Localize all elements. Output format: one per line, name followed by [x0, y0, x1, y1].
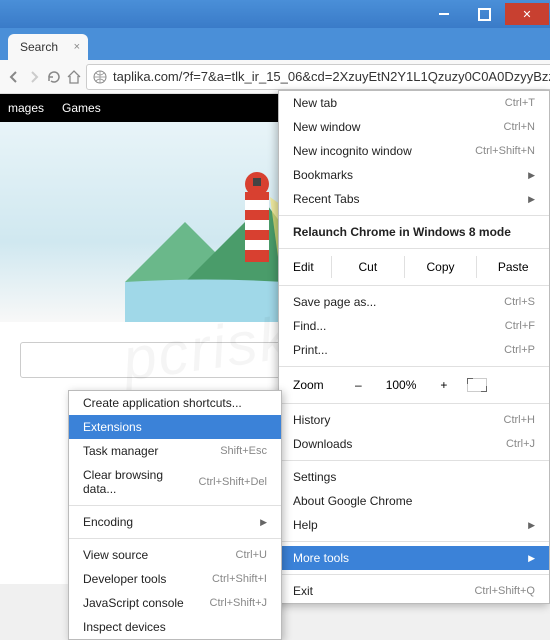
menu-settings[interactable]: Settings — [279, 465, 549, 489]
zoom-value: 100% — [374, 374, 429, 396]
fullscreen-icon[interactable] — [467, 378, 487, 392]
tab-title: Search — [20, 40, 58, 54]
menu-new-window[interactable]: New windowCtrl+N — [279, 115, 549, 139]
menu-separator — [279, 366, 549, 367]
maximize-button[interactable] — [465, 3, 503, 25]
menu-separator — [279, 215, 549, 216]
menu-recent-tabs[interactable]: Recent Tabs▶ — [279, 187, 549, 211]
window-title-bar — [0, 0, 550, 28]
back-button[interactable] — [6, 65, 22, 89]
url-text: taplika.com/?f=7&a=tlk_ir_15_06&cd=2Xzuy… — [113, 69, 550, 84]
submenu-extensions[interactable]: Extensions — [69, 415, 281, 439]
chevron-right-icon: ▶ — [260, 517, 267, 528]
chevron-right-icon: ▶ — [528, 520, 535, 531]
submenu-encoding[interactable]: Encoding▶ — [69, 510, 281, 534]
close-window-button[interactable] — [505, 3, 549, 25]
menu-more-tools[interactable]: More tools▶ — [279, 546, 549, 570]
minimize-button[interactable] — [425, 3, 463, 25]
menu-separator — [279, 248, 549, 249]
address-bar[interactable]: taplika.com/?f=7&a=tlk_ir_15_06&cd=2Xzuy… — [86, 64, 550, 90]
close-tab-icon[interactable]: × — [74, 41, 80, 53]
browser-tab[interactable]: Search × — [8, 34, 88, 60]
submenu-create-shortcuts[interactable]: Create application shortcuts... — [69, 391, 281, 415]
submenu-js-console[interactable]: JavaScript consoleCtrl+Shift+J — [69, 591, 281, 615]
more-tools-submenu: Create application shortcuts... Extensio… — [68, 390, 282, 640]
forward-button[interactable] — [26, 65, 42, 89]
menu-downloads[interactable]: DownloadsCtrl+J — [279, 432, 549, 456]
menu-separator — [279, 574, 549, 575]
menu-about[interactable]: About Google Chrome — [279, 489, 549, 513]
chevron-right-icon: ▶ — [528, 194, 535, 205]
chrome-main-menu: New tabCtrl+T New windowCtrl+N New incog… — [278, 90, 550, 604]
zoom-out-button[interactable]: – — [343, 374, 374, 396]
menu-exit[interactable]: ExitCtrl+Shift+Q — [279, 579, 549, 603]
menu-zoom-row: Zoom – 100% + — [279, 371, 549, 399]
chevron-right-icon: ▶ — [528, 170, 535, 181]
paste-button[interactable]: Paste — [476, 256, 549, 278]
menu-save-page[interactable]: Save page as...Ctrl+S — [279, 290, 549, 314]
tab-strip: Search × — [0, 28, 550, 60]
submenu-developer-tools[interactable]: Developer toolsCtrl+Shift+I — [69, 567, 281, 591]
zoom-label: Zoom — [293, 378, 343, 392]
zoom-in-button[interactable]: + — [428, 374, 459, 396]
chevron-right-icon: ▶ — [528, 553, 535, 564]
home-button[interactable] — [66, 65, 82, 89]
menu-find[interactable]: Find...Ctrl+F — [279, 314, 549, 338]
browser-toolbar: taplika.com/?f=7&a=tlk_ir_15_06&cd=2Xzuy… — [0, 60, 550, 94]
menu-edit-row: Edit Cut Copy Paste — [279, 253, 549, 281]
reload-button[interactable] — [46, 65, 62, 89]
menu-separator — [279, 285, 549, 286]
edit-label: Edit — [293, 260, 331, 274]
menu-help[interactable]: Help▶ — [279, 513, 549, 537]
menu-history[interactable]: HistoryCtrl+H — [279, 408, 549, 432]
menu-incognito[interactable]: New incognito windowCtrl+Shift+N — [279, 139, 549, 163]
nav-link-games[interactable]: Games — [62, 101, 101, 115]
menu-print[interactable]: Print...Ctrl+P — [279, 338, 549, 362]
submenu-inspect-devices[interactable]: Inspect devices — [69, 615, 281, 639]
submenu-view-source[interactable]: View sourceCtrl+U — [69, 543, 281, 567]
cut-button[interactable]: Cut — [331, 256, 404, 278]
submenu-clear-data[interactable]: Clear browsing data...Ctrl+Shift+Del — [69, 463, 281, 501]
menu-relaunch-win8[interactable]: Relaunch Chrome in Windows 8 mode — [279, 220, 549, 244]
menu-bookmarks[interactable]: Bookmarks▶ — [279, 163, 549, 187]
globe-icon — [93, 70, 107, 84]
nav-link-images[interactable]: mages — [8, 101, 44, 115]
menu-separator — [69, 505, 281, 506]
copy-button[interactable]: Copy — [404, 256, 477, 278]
menu-separator — [279, 541, 549, 542]
menu-separator — [279, 460, 549, 461]
submenu-task-manager[interactable]: Task managerShift+Esc — [69, 439, 281, 463]
menu-separator — [279, 403, 549, 404]
menu-separator — [69, 538, 281, 539]
menu-new-tab[interactable]: New tabCtrl+T — [279, 91, 549, 115]
